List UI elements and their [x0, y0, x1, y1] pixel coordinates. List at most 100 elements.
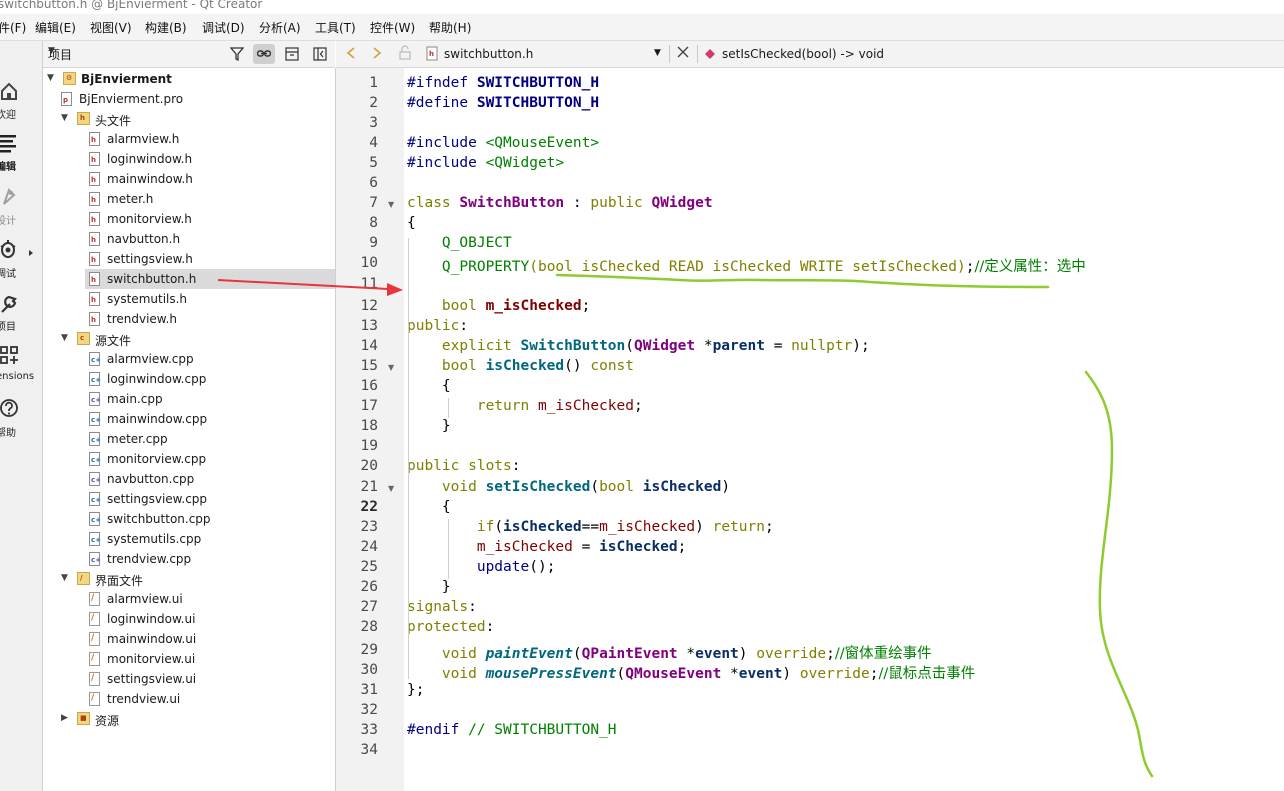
- tree-item-label: navbutton.cpp: [107, 472, 195, 486]
- tree-item[interactable]: h settingsview.h: [43, 249, 335, 269]
- code-token: override: [799, 665, 870, 682]
- tree-item[interactable]: / trendview.ui: [43, 689, 335, 709]
- code-token: isChecked: [503, 518, 582, 535]
- menu-tools[interactable]: 工具(T): [315, 19, 356, 36]
- code-line: {: [407, 215, 416, 231]
- filter-tree-button[interactable]: [226, 44, 248, 64]
- code-line: Q_OBJECT: [407, 235, 512, 251]
- cpp-file-icon: c+: [89, 472, 101, 486]
- tree-item[interactable]: c+ alarmview.cpp: [43, 349, 335, 369]
- tree-item[interactable]: c+ trendview.cpp: [43, 549, 335, 569]
- code-token: #define: [407, 95, 477, 112]
- tree-item[interactable]: c+ settingsview.cpp: [43, 489, 335, 509]
- tree-item[interactable]: / loginwindow.ui: [43, 609, 335, 629]
- tree-item[interactable]: / settingsview.ui: [43, 669, 335, 689]
- split-view-button[interactable]: [281, 44, 303, 64]
- mode-help[interactable]: 帮助: [0, 398, 42, 448]
- cpp-file-icon: c+: [89, 492, 101, 506]
- menu-build[interactable]: 构建(B): [145, 19, 187, 36]
- h-file-icon: h: [89, 272, 100, 286]
- view-selector-combo[interactable]: 项目 ▼: [46, 44, 222, 63]
- tree-item[interactable]: h mainwindow.h: [43, 169, 335, 189]
- tree-item[interactable]: h trendview.h: [43, 309, 335, 329]
- tree-item[interactable]: h switchbutton.h: [85, 269, 335, 289]
- code-token: Q_OBJECT: [441, 235, 512, 252]
- link-with-editor-button[interactable]: [253, 44, 275, 64]
- mode-edit[interactable]: 编辑: [0, 133, 42, 183]
- expand-arrow-icon[interactable]: ▼: [47, 73, 54, 83]
- tree-item[interactable]: ▶ ■ 资源: [43, 709, 335, 729]
- tree-item[interactable]: ▼ ⚙ BjEnvierment: [43, 69, 335, 89]
- line-number: 22: [360, 498, 378, 515]
- tree-item[interactable]: ▼ / 界面文件: [43, 569, 335, 589]
- tree-item[interactable]: h navbutton.h: [43, 229, 335, 249]
- code-token: ;: [633, 398, 643, 415]
- close-sidebar-button[interactable]: [309, 44, 331, 64]
- menu-edit[interactable]: 编辑(E): [35, 19, 76, 36]
- code-line: void mousePressEvent(QMouseEvent *event)…: [407, 662, 975, 683]
- mode-debug[interactable]: 调试: [0, 239, 42, 289]
- tree-item[interactable]: h loginwindow.h: [43, 149, 335, 169]
- menu-analyze[interactable]: 分析(A): [259, 19, 301, 36]
- code-token: QWidget: [651, 195, 713, 212]
- tree-item[interactable]: c+ mainwindow.cpp: [43, 409, 335, 429]
- menu-view[interactable]: 视图(V): [90, 19, 132, 36]
- tree-item[interactable]: h alarmview.h: [43, 129, 335, 149]
- code-token: *: [695, 338, 713, 355]
- expand-arrow-icon[interactable]: ▼: [61, 113, 68, 123]
- tree-item[interactable]: / monitorview.ui: [43, 649, 335, 669]
- close-document-button[interactable]: [677, 46, 689, 66]
- ui-file-icon: /: [89, 652, 100, 666]
- menu-file[interactable]: 件(F): [0, 19, 26, 36]
- open-documents-combo[interactable]: switchbutton.h ▼: [444, 47, 661, 67]
- tree-item[interactable]: c+ main.cpp: [43, 389, 335, 409]
- mode-extensions[interactable]: ensions: [0, 345, 42, 395]
- code-token: ): [721, 478, 731, 495]
- code-token: if: [476, 518, 495, 535]
- go-forward-button[interactable]: [370, 44, 384, 64]
- fold-marker-icon[interactable]: ▼: [388, 484, 394, 493]
- tree-item[interactable]: c+ switchbutton.cpp: [43, 509, 335, 529]
- tree-item[interactable]: h meter.h: [43, 189, 335, 209]
- code-token: SwitchButton: [459, 195, 565, 212]
- tree-item[interactable]: / mainwindow.ui: [43, 629, 335, 649]
- tree-item[interactable]: c+ navbutton.cpp: [43, 469, 335, 489]
- fold-marker-icon[interactable]: ▼: [388, 363, 394, 372]
- tree-item[interactable]: c+ loginwindow.cpp: [43, 369, 335, 389]
- mode-welcome[interactable]: 欢迎: [0, 80, 42, 130]
- fold-marker-icon[interactable]: ▼: [388, 200, 394, 209]
- tree-item-label: alarmview.ui: [107, 592, 183, 606]
- tree-item[interactable]: ▼ c 源文件: [43, 329, 335, 349]
- tree-item[interactable]: h monitorview.h: [43, 209, 335, 229]
- chevron-left-icon: [346, 47, 355, 59]
- menu-debug[interactable]: 调试(D): [202, 19, 245, 36]
- code-line: }: [407, 418, 451, 434]
- code-token: event: [738, 665, 783, 682]
- code-token: isChecked: [642, 478, 722, 495]
- line-number: 14: [360, 338, 378, 355]
- mode-projects[interactable]: 项目: [0, 292, 42, 342]
- line-number: 12: [360, 298, 378, 315]
- code-token: signals: [407, 598, 469, 615]
- tree-item[interactable]: ▼ h 头文件: [43, 109, 335, 129]
- code-token: (bool isChecked READ isChecked WRITE set…: [529, 259, 966, 276]
- indent-guide: [448, 398, 449, 419]
- code-token: }: [407, 418, 451, 435]
- code-token: m_isChecked: [537, 398, 634, 415]
- collapse-arrow-icon[interactable]: ▶: [61, 713, 68, 723]
- tree-item[interactable]: h systemutils.h: [43, 289, 335, 309]
- tree-item[interactable]: p BjEnvierment.pro: [43, 89, 335, 109]
- expand-arrow-icon[interactable]: ▼: [61, 573, 68, 583]
- menu-controls[interactable]: 控件(W): [370, 19, 415, 36]
- menu-help[interactable]: 帮助(H): [429, 19, 471, 36]
- expand-arrow-icon[interactable]: ▼: [61, 333, 68, 343]
- tree-item[interactable]: c+ monitorview.cpp: [43, 449, 335, 469]
- mode-design[interactable]: 设计: [0, 186, 42, 236]
- tree-item[interactable]: c+ meter.cpp: [43, 429, 335, 449]
- tree-item[interactable]: c+ systemutils.cpp: [43, 529, 335, 549]
- code-token: =: [572, 538, 600, 555]
- code-token: return: [476, 398, 538, 415]
- go-back-button[interactable]: [344, 44, 358, 64]
- tree-item[interactable]: / alarmview.ui: [43, 589, 335, 609]
